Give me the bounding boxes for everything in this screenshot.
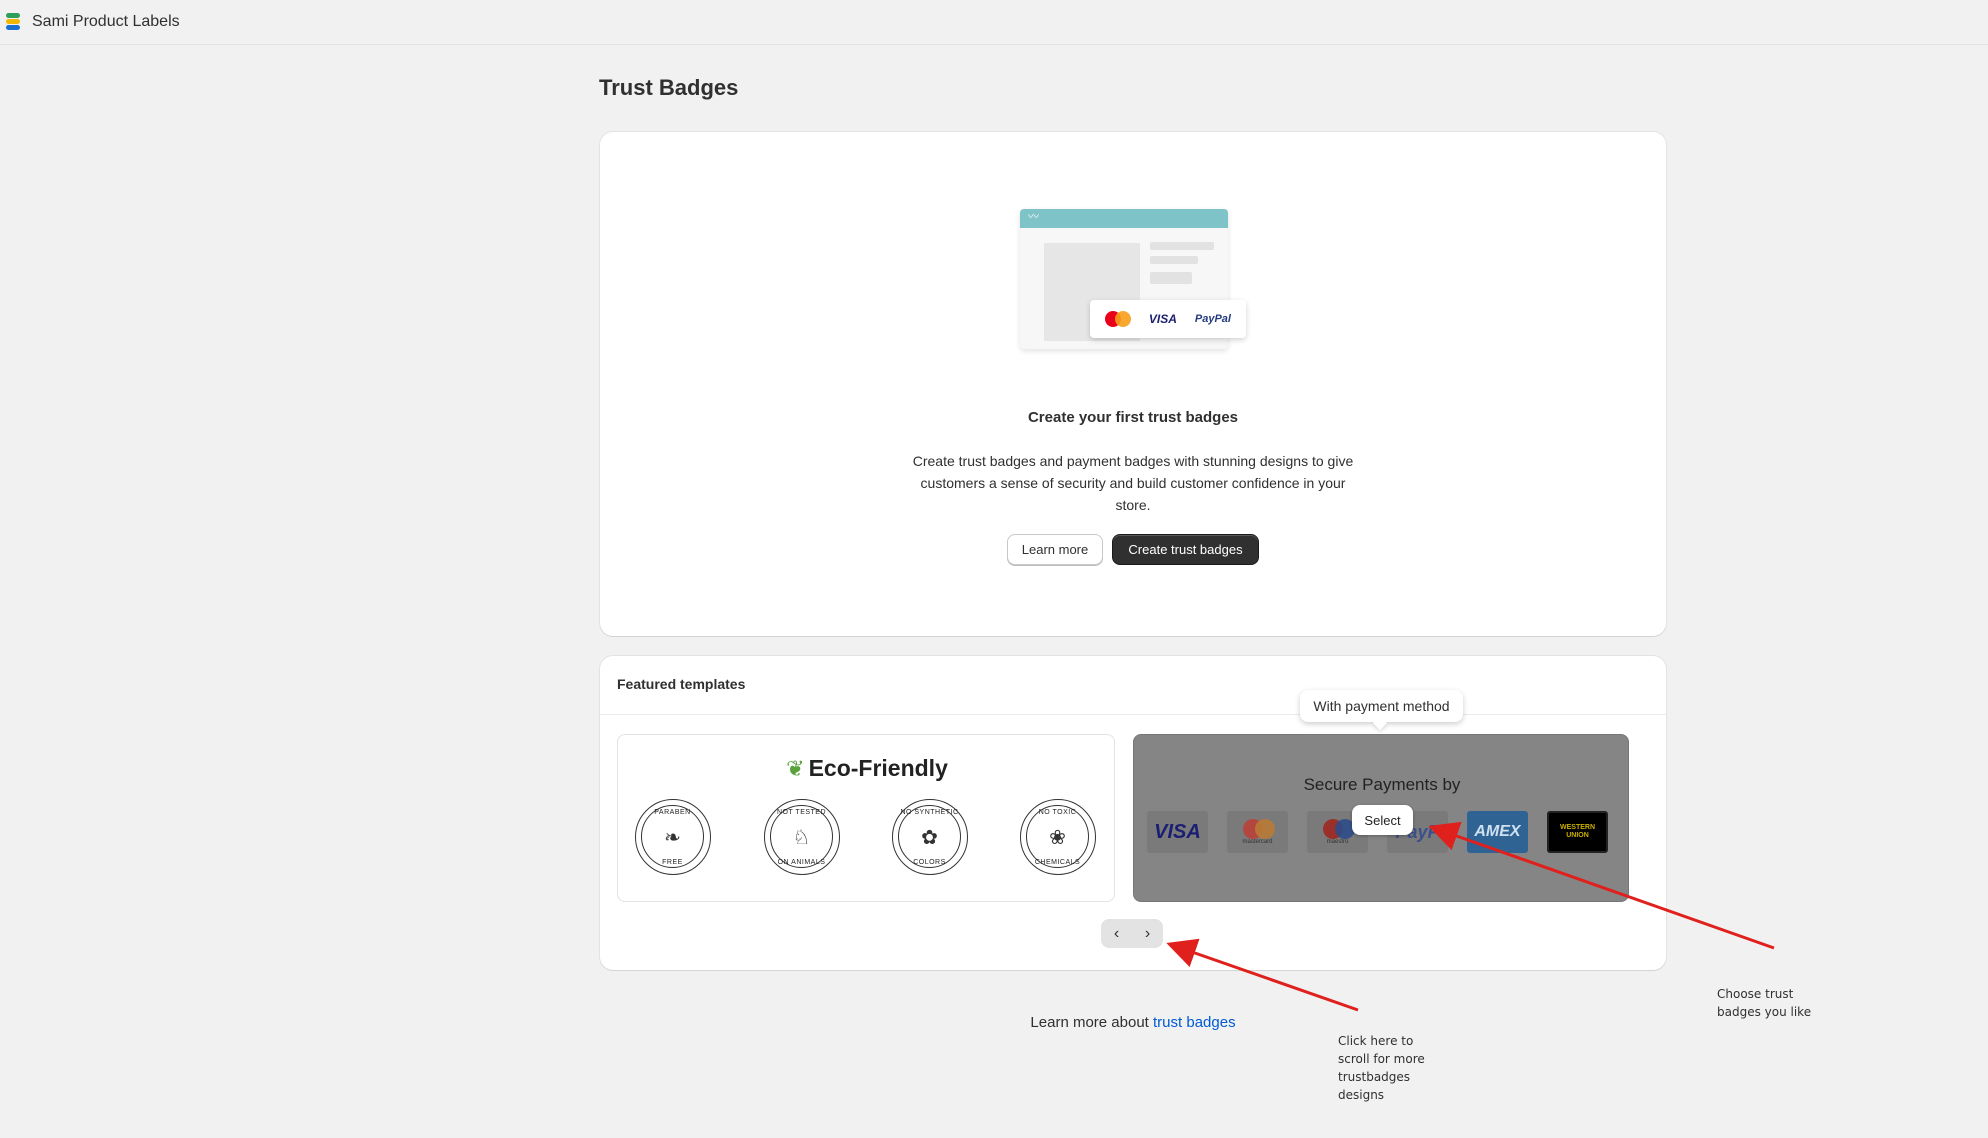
payment-template-title: Secure Payments by (1303, 775, 1461, 794)
empty-state-heading: Create your first trust badges (1027, 409, 1239, 426)
create-trust-badges-button[interactable]: Create trust badges (1112, 534, 1259, 565)
featured-templates-card: Featured templates With payment method ❦… (600, 656, 1666, 970)
trust-badges-illustration: 〰 VISA PayPal (1020, 209, 1246, 359)
mastercard-icon (1104, 311, 1131, 327)
not-tested-on-animals-badge: NOT TESTED ♘ ON ANIMALS (764, 799, 840, 875)
secure-payments-template[interactable]: Secure Payments by VISA mastercard maest… (1133, 734, 1629, 902)
divider (600, 714, 1666, 715)
chevron-left-icon: ‹ (1113, 924, 1120, 942)
visa-logo-icon: VISA (1147, 811, 1208, 853)
leaf-icon: ❧ (664, 827, 681, 849)
no-toxic-chemicals-badge: NO TOXIC ❀ CHEMICALS (1020, 799, 1096, 875)
next-page-button[interactable]: › (1132, 919, 1163, 948)
eco-friendly-template[interactable]: ❦ Eco-Friendly PARABEN ❧ FREE NOT TESTED … (617, 734, 1115, 902)
template-tooltip: With payment method (1300, 690, 1463, 722)
sprout-icon: ❦ (786, 756, 805, 781)
learn-more-footer: Learn more about trust badges (1030, 1014, 1236, 1031)
eco-template-title: ❦ Eco-Friendly (786, 755, 948, 781)
app-title: Sami Product Labels (32, 13, 180, 30)
visa-icon: VISA (1148, 312, 1177, 326)
paraben-free-badge: PARABEN ❧ FREE (635, 799, 711, 875)
empty-state-card: 〰 VISA PayPal Create your first trust ba… (600, 132, 1666, 636)
no-synthetic-colors-badge: NO SYNTHETIC ✿ COLORS (892, 799, 968, 875)
rabbit-icon: ♘ (792, 827, 811, 849)
chevron-right-icon: › (1144, 924, 1151, 942)
trust-badges-link[interactable]: trust badges (1153, 1014, 1236, 1031)
paypal-icon: PayPal (1194, 313, 1231, 325)
western-union-logo-icon: WESTERN UNION (1547, 811, 1608, 853)
page-title: Trust Badges (599, 75, 739, 100)
flower-icon: ✿ (921, 827, 938, 849)
select-template-button[interactable]: Select (1352, 805, 1413, 835)
leaf-circle-icon: ❀ (1049, 827, 1066, 849)
app-logo-icon (6, 13, 20, 31)
app-header: Sami Product Labels (0, 0, 1988, 45)
choose-hint-annotation: Choose trust badges you like (1717, 987, 1812, 1019)
learn-more-button[interactable]: Learn more (1007, 534, 1103, 565)
empty-state-description: Create trust badges and payment badges w… (912, 453, 1354, 513)
previous-page-button[interactable]: ‹ (1101, 919, 1132, 948)
amex-logo-icon: AMEX (1467, 811, 1528, 853)
mastercard-logo-icon: mastercard (1227, 811, 1288, 853)
featured-templates-heading: Featured templates (617, 676, 746, 692)
template-pager: ‹ › (1101, 919, 1163, 948)
scroll-hint-annotation: Click here to scroll for more trustbadge… (1338, 1034, 1425, 1102)
